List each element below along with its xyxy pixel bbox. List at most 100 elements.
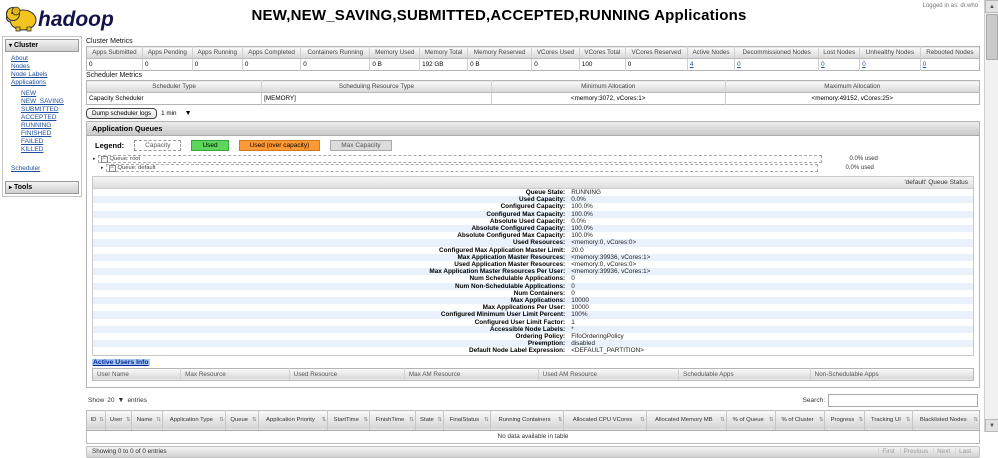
list-item: RUNNING xyxy=(21,122,79,130)
sidebar-app-state-link[interactable]: NEW_SAVING xyxy=(21,98,64,105)
sidebar-link[interactable]: About xyxy=(11,55,28,62)
sort-icon: ⇅ xyxy=(640,417,645,424)
dropdown-arrow-icon[interactable]: ▼ xyxy=(185,110,192,117)
scrollbar-thumb[interactable] xyxy=(986,14,998,60)
sidebar-app-state-link[interactable]: NEW xyxy=(21,90,36,97)
pagination-button[interactable]: Last xyxy=(955,448,974,456)
sortable-column-header[interactable]: Blacklisted Nodes ⇅ xyxy=(912,410,980,431)
cluster-metrics-heading: Cluster Metrics xyxy=(86,38,133,45)
sidebar-app-state-link[interactable]: SUBMITTED xyxy=(21,106,59,113)
sidebar-app-state-link[interactable]: FAILED xyxy=(21,138,43,145)
log-interval-value[interactable]: 1 min xyxy=(161,110,176,117)
sort-icon: ⇅ xyxy=(973,417,978,424)
queue-row-default: ▸ − Queue: default 0.0% used xyxy=(101,164,973,172)
queue-bar-default[interactable]: − Queue: default xyxy=(105,164,818,172)
lost-nodes-link[interactable]: 0 xyxy=(821,61,825,68)
table-row: Max Applications: 10000 xyxy=(93,297,973,305)
sidebar-app-state-link[interactable]: KILLED xyxy=(21,146,43,153)
queue-bar-root[interactable]: − Queue: root xyxy=(97,155,822,163)
sidebar-link-scheduler[interactable]: Scheduler xyxy=(11,165,40,172)
list-item: KILLED xyxy=(21,146,79,154)
sort-icon: ⇅ xyxy=(252,417,257,424)
active-users-info-link[interactable]: Active Users Info xyxy=(92,358,150,366)
status-value: RUNNING xyxy=(571,189,602,196)
column-header: Memory Reserved xyxy=(467,46,533,59)
table-row: Accessible Node Labels: * xyxy=(93,325,973,334)
status-key: Num Containers: xyxy=(513,289,566,297)
sortable-column-header[interactable]: Running Containers ⇅ xyxy=(490,410,565,431)
sortable-column-header[interactable]: StartTime ⇅ xyxy=(327,410,371,431)
list-item: NEW_SAVING xyxy=(21,98,79,106)
status-value: 1 xyxy=(571,318,575,326)
unhealthy-nodes-link[interactable]: 0 xyxy=(862,61,866,68)
sortable-column-header[interactable]: FinishTime ⇅ xyxy=(369,410,416,431)
vertical-scrollbar[interactable]: ▲ ▼ xyxy=(984,0,998,432)
hadoop-logo[interactable]: hadoop xyxy=(5,2,138,32)
table-row: Max Application Master Resources Per Use… xyxy=(93,268,973,276)
dump-scheduler-logs-button[interactable]: Dump scheduler logs xyxy=(86,108,158,119)
sortable-column-header[interactable]: User ⇅ xyxy=(105,410,133,431)
status-key: Configured Max Capacity: xyxy=(486,210,566,218)
sidebar-header-tools[interactable]: ▸ Tools xyxy=(5,181,79,194)
sortable-column-header[interactable]: Application Priority ⇅ xyxy=(258,410,329,431)
sidebar-bottom-links: Scheduler xyxy=(11,165,79,173)
table-row: Ordering Policy: FifoOrderingPolicy xyxy=(93,333,973,340)
collapse-icon[interactable]: − xyxy=(108,164,116,172)
sortable-column-header[interactable]: Allocated CPU VCores ⇅ xyxy=(563,410,647,431)
sidebar-app-state-link[interactable]: FINISHED xyxy=(21,130,51,137)
status-value: <memory:0, vCores:0> xyxy=(571,239,637,247)
rebooted-nodes-link[interactable]: 0 xyxy=(923,61,927,68)
sortable-column-header[interactable]: % of Cluster ⇅ xyxy=(775,410,826,431)
memory-reserved-value: 0 B xyxy=(467,58,533,71)
column-header: Rebooted Nodes xyxy=(920,46,980,59)
sidebar-header-cluster[interactable]: ▾ Cluster xyxy=(5,39,79,52)
scroll-down-icon[interactable]: ▼ xyxy=(985,419,998,432)
sort-icon: ⇅ xyxy=(363,417,369,424)
sidebar-app-state-link[interactable]: ACCEPTED xyxy=(21,114,56,121)
page-title: NEW,NEW_SAVING,SUBMITTED,ACCEPTED,RUNNIN… xyxy=(251,7,747,24)
sortable-column-header[interactable]: ID ⇅ xyxy=(86,410,106,431)
legend-label: Legend: xyxy=(95,141,125,150)
column-label: FinishTime xyxy=(375,417,405,424)
table-row: Default Node Label Expression: <DEFAULT_… xyxy=(93,347,973,354)
sidebar-app-state-link[interactable]: RUNNING xyxy=(21,122,51,129)
dropdown-arrow-icon[interactable]: ▼ xyxy=(118,397,125,404)
column-header: Non-Schedulable Apps xyxy=(810,368,974,381)
sortable-column-header[interactable]: Name ⇅ xyxy=(131,410,163,431)
show-entries-control: Show 20 ▼ entries xyxy=(88,397,147,404)
sortable-column-header[interactable]: Allocated Memory MB ⇅ xyxy=(646,410,727,431)
status-value: <memory:39936, vCores:1> xyxy=(571,253,651,261)
scheduling-resource-type-value: [MEMORY] xyxy=(261,92,492,105)
table-row: Configured Minimum User Limit Percent: 1… xyxy=(93,311,973,319)
search-input[interactable] xyxy=(828,393,978,407)
column-label: User xyxy=(109,417,123,424)
collapse-icon[interactable]: − xyxy=(100,155,108,163)
column-label: Application Priority xyxy=(266,417,315,424)
active-nodes-link[interactable]: 4 xyxy=(690,61,694,68)
show-label: Show xyxy=(88,396,105,404)
sortable-column-header[interactable]: Progress ⇅ xyxy=(824,410,866,431)
sidebar-link[interactable]: Node Labels xyxy=(11,71,48,78)
queue-used-percent: 0.0% used xyxy=(845,165,874,171)
sortable-column-header[interactable]: Queue ⇅ xyxy=(225,410,259,431)
tree-toggle-icon[interactable]: ▸ xyxy=(93,156,96,162)
sortable-column-header[interactable]: % of Queue ⇅ xyxy=(726,410,776,431)
sortable-column-header[interactable]: FinalStatus ⇅ xyxy=(443,410,491,431)
list-item: Nodes xyxy=(11,63,79,71)
sortable-column-header[interactable]: State ⇅ xyxy=(415,410,444,431)
status-value: 0 xyxy=(571,289,575,297)
sidebar-link[interactable]: Nodes xyxy=(11,63,30,70)
pagination-button[interactable]: Previous xyxy=(899,448,932,456)
scroll-up-icon[interactable]: ▲ xyxy=(985,0,998,13)
tree-toggle-icon[interactable]: ▸ xyxy=(101,165,104,171)
sortable-column-header[interactable]: Tracking UI ⇅ xyxy=(864,410,913,431)
column-header: Decommissioned Nodes xyxy=(734,46,820,59)
page-size-select[interactable]: 20 xyxy=(107,397,114,404)
status-key: Queue State: xyxy=(525,189,566,196)
decommissioned-nodes-link[interactable]: 0 xyxy=(737,61,741,68)
pagination-button[interactable]: First xyxy=(878,448,897,456)
sortable-column-header[interactable]: Application Type ⇅ xyxy=(162,410,226,431)
pagination-button[interactable]: Next xyxy=(933,448,953,456)
sidebar-link[interactable]: Applications xyxy=(11,79,46,86)
application-queues-panel: Application Queues Legend: Capacity Used… xyxy=(86,121,980,388)
